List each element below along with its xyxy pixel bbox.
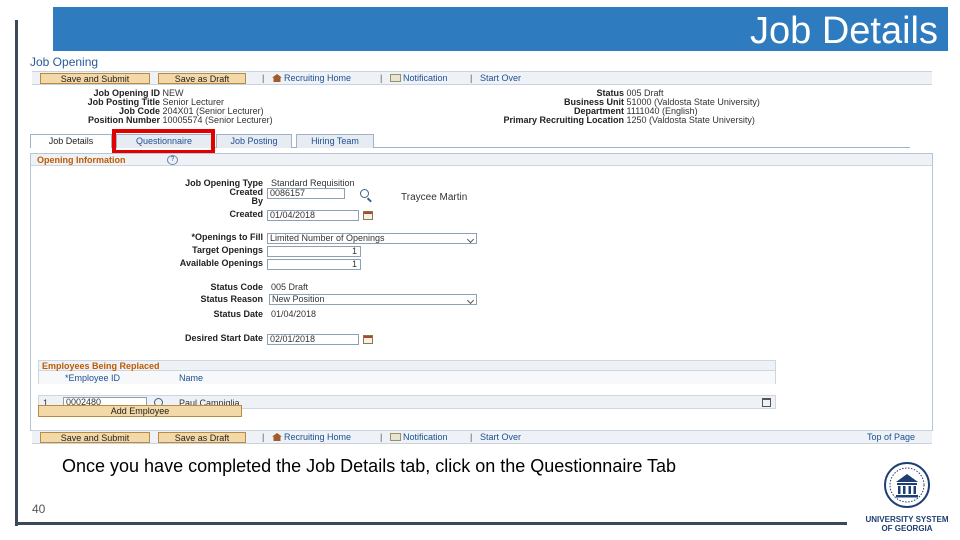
notification-link[interactable]: Notification — [390, 432, 448, 443]
status-code-label: Status Code — [210, 282, 263, 292]
primary-location-value: 1250 (Valdosta State University) — [626, 115, 755, 125]
slide-bottom-rule — [15, 522, 847, 525]
logo-text-line-2: OF GEORGIA — [881, 524, 933, 533]
usg-seal-icon — [884, 462, 930, 508]
created-date-label: Created — [229, 209, 263, 219]
job-opening-screenshot: Job Opening Save and Submit Save as Draf… — [28, 52, 933, 447]
start-over-link[interactable]: Start Over — [480, 73, 521, 84]
toolbar-separator: | — [380, 432, 383, 442]
notification-label: Notification — [403, 73, 448, 83]
job-opening-type-value: Standard Requisition — [271, 178, 355, 188]
recruiting-home-link[interactable]: Recruiting Home — [272, 73, 351, 84]
home-icon — [272, 74, 282, 82]
top-of-page-link[interactable]: Top of Page — [867, 432, 915, 443]
slide-left-rule — [15, 20, 18, 526]
section-header: Opening Information ? — [31, 154, 932, 166]
created-by-name: Traycee Martin — [401, 192, 468, 203]
created-by-label-by: By — [251, 196, 263, 206]
notification-label: Notification — [403, 432, 448, 442]
desired-start-input[interactable]: 02/01/2018 — [267, 334, 359, 345]
desired-start-label: Desired Start Date — [184, 333, 263, 343]
name-column-header[interactable]: Name — [179, 373, 203, 383]
created-date-input[interactable]: 01/04/2018 — [267, 210, 359, 221]
status-date-value: 01/04/2018 — [271, 309, 317, 319]
top-toolbar: Save and Submit Save as Draft | Recruiti… — [32, 71, 932, 85]
save-and-submit-button[interactable]: Save and Submit — [40, 73, 150, 84]
help-icon[interactable]: ? — [167, 155, 178, 165]
available-openings-input[interactable]: 1 — [267, 259, 361, 270]
search-icon[interactable] — [360, 189, 369, 198]
tab-job-posting[interactable]: Job Posting — [216, 134, 292, 148]
available-openings-label: Available Openings — [179, 258, 263, 268]
recruiting-home-label: Recruiting Home — [284, 73, 352, 83]
slide-title: Job Details — [750, 10, 938, 52]
slide-title-bar: Job Details — [53, 7, 948, 51]
status-date-label: Status Date — [213, 309, 263, 319]
start-over-link[interactable]: Start Over — [480, 432, 521, 443]
primary-location-field: Primary Recruiting Location 1250 (Valdos… — [448, 115, 755, 125]
position-number-field: Position Number 10005574 (Senior Lecture… — [32, 115, 273, 125]
toolbar-separator: | — [262, 432, 265, 442]
status-code-value: 005 Draft — [271, 282, 309, 292]
recruiting-home-link[interactable]: Recruiting Home — [272, 432, 351, 443]
openings-to-fill-label: *Openings to Fill — [191, 232, 264, 242]
logo-text-line-1: UNIVERSITY SYSTEM — [865, 515, 949, 524]
tab-hiring-team[interactable]: Hiring Team — [296, 134, 374, 148]
notification-icon — [390, 433, 401, 441]
slide-caption: Once you have completed the Job Details … — [62, 456, 677, 476]
openings-to-fill-select[interactable]: Limited Number of Openings — [267, 233, 477, 244]
trash-icon[interactable] — [762, 398, 771, 407]
toolbar-separator: | — [262, 73, 265, 83]
notification-link[interactable]: Notification — [390, 73, 448, 84]
save-as-draft-button[interactable]: Save as Draft — [158, 73, 246, 84]
add-employee-button[interactable]: Add Employee — [38, 405, 242, 417]
save-as-draft-button[interactable]: Save as Draft — [158, 432, 246, 443]
calendar-icon[interactable] — [363, 335, 373, 344]
questionnaire-tab-highlight — [112, 129, 215, 154]
employees-grid: Employees Being Replaced *Employee ID Na… — [38, 360, 776, 410]
slide-number: 40 — [32, 502, 46, 516]
status-reason-label: Status Reason — [200, 294, 263, 304]
grid-header: *Employee ID Name — [38, 371, 776, 384]
usg-logo: UNIVERSITY SYSTEM OF GEORGIA — [862, 460, 952, 533]
position-number-value: 10005574 (Senior Lecturer) — [162, 115, 273, 125]
primary-location-label: Primary Recruiting Location — [503, 115, 624, 125]
employee-id-column-header[interactable]: *Employee ID — [65, 373, 120, 383]
position-number-label: Position Number — [87, 115, 160, 125]
notification-icon — [390, 74, 401, 82]
section-title: Opening Information — [37, 155, 126, 165]
created-by-input[interactable]: 0086157 — [267, 188, 345, 199]
page-title: Job Opening — [30, 55, 99, 69]
toolbar-separator: | — [470, 73, 473, 83]
home-icon — [272, 433, 282, 441]
calendar-icon[interactable] — [363, 211, 373, 220]
target-openings-label: Target Openings — [192, 245, 263, 255]
toolbar-separator: | — [470, 432, 473, 442]
bottom-toolbar: Save and Submit Save as Draft | Recruiti… — [32, 430, 932, 444]
save-and-submit-button[interactable]: Save and Submit — [40, 432, 150, 443]
toolbar-separator: | — [380, 73, 383, 83]
status-reason-select[interactable]: New Position — [269, 294, 477, 305]
recruiting-home-label: Recruiting Home — [284, 432, 352, 442]
target-openings-input[interactable]: 1 — [267, 246, 361, 257]
tab-job-details[interactable]: Job Details — [30, 134, 112, 148]
grid-title: Employees Being Replaced — [38, 360, 776, 371]
